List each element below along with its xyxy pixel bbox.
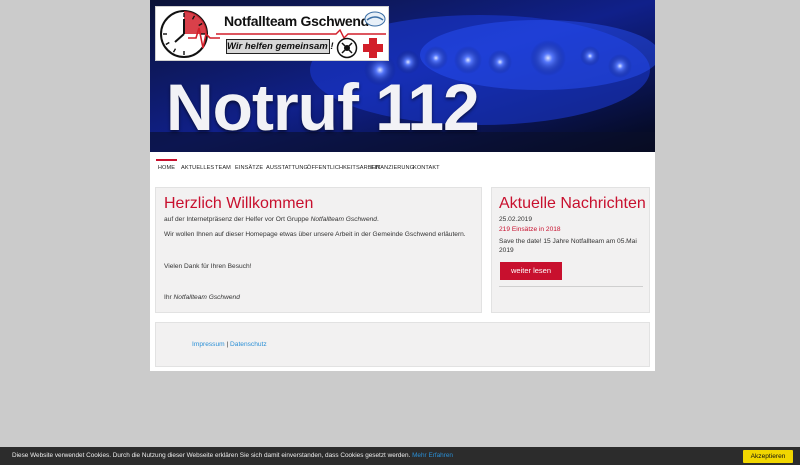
footer-section: Impressum | Datenschutz (155, 322, 650, 367)
nav-item-ausstattung[interactable]: AUSSTATTUNG (266, 159, 308, 179)
main-navigation: HOME AKTUELLES TEAM EINSÄTZE AUSSTATTUNG… (150, 152, 655, 182)
news-text-line2: 2019 (499, 247, 514, 254)
welcome-thanks: Vielen Dank für Ihren Besuch! (164, 263, 252, 270)
nav-item-kontakt[interactable]: KONTAKT (413, 159, 440, 179)
page-container: Notruf 112 Notfallteam Gschwend Wir helf… (150, 0, 655, 371)
welcome-title: Herzlich Willkommen (164, 195, 314, 212)
red-cross-icon (363, 38, 383, 58)
accept-cookies-button[interactable]: Akzeptieren (743, 450, 793, 463)
logo-title: Notfallteam Gschwend (224, 13, 369, 29)
welcome-description: Wir wollen Ihnen auf dieser Homepage etw… (164, 231, 466, 238)
news-headline-link[interactable]: 219 Einsätze in 2018 (499, 226, 561, 233)
nav-item-oeffentlichkeitsarbeit[interactable]: ÖFFENTLICHKEITSARBEIT (307, 159, 381, 179)
emblem-icon (364, 11, 386, 27)
cookie-banner: Diese Website verwendet Cookies. Durch d… (0, 447, 800, 465)
impressum-link[interactable]: Impressum (192, 341, 225, 348)
nav-item-aktuelles[interactable]: AKTUELLES (181, 159, 214, 179)
coat-of-arms-icon (336, 37, 358, 59)
news-text-line1: Save the date! 15 Jahre Notfallteam am 0… (499, 238, 637, 245)
clock-icon (160, 10, 220, 58)
cookie-more-link[interactable]: Mehr Erfahren (412, 452, 453, 459)
nav-item-einsaetze[interactable]: EINSÄTZE (235, 159, 263, 179)
logo-slogan: Wir helfen gemeinsam ! (226, 39, 334, 54)
banner-headline: Notruf 112 (166, 70, 480, 144)
nav-item-finanzierung[interactable]: FINANZIERUNG (371, 159, 414, 179)
footer-separator: | (226, 341, 229, 348)
news-date: 25.02.2019 (499, 216, 533, 223)
nav-item-home[interactable]: HOME (156, 159, 177, 181)
heartbeat-line-icon (216, 29, 386, 39)
read-more-button[interactable]: weiter lesen (500, 262, 562, 280)
datenschutz-link[interactable]: Datenschutz (230, 341, 267, 348)
footer-links: Impressum | Datenschutz (192, 341, 267, 348)
news-title: Aktuelle Nachrichten (499, 195, 646, 212)
site-logo[interactable]: Notfallteam Gschwend Wir helfen gemeinsa… (155, 6, 389, 61)
welcome-intro: auf der Internetpräsenz der Helfer vor O… (164, 216, 379, 223)
cookie-message: Diese Website verwendet Cookies. Durch d… (12, 452, 453, 459)
news-divider (499, 286, 643, 287)
welcome-signature: Ihr Notfallteam Gschwend (164, 294, 240, 301)
nav-item-team[interactable]: TEAM (215, 159, 231, 179)
header-banner: Notruf 112 Notfallteam Gschwend Wir helf… (150, 0, 655, 152)
news-section: Aktuelle Nachrichten 25.02.2019 219 Eins… (491, 187, 650, 313)
welcome-section: Herzlich Willkommen auf der Internetpräs… (155, 187, 482, 313)
